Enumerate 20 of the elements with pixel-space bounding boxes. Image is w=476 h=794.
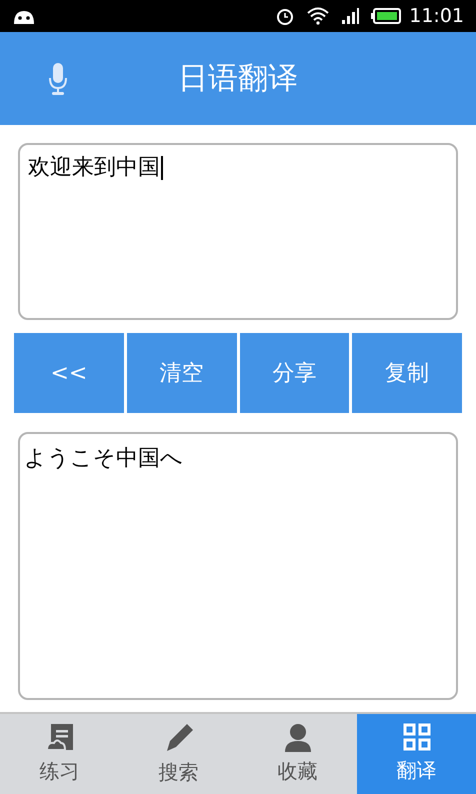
- battery-icon: [371, 8, 402, 24]
- output-field: ようこそ中国へ: [18, 432, 458, 700]
- action-button[interactable]: <<: [14, 333, 124, 413]
- app-title: 日语翻译: [178, 60, 298, 98]
- grid-icon: [402, 723, 430, 751]
- action-button[interactable]: 清空: [126, 333, 236, 413]
- alarm-icon: [275, 6, 296, 26]
- android-icon: [12, 8, 36, 24]
- action-button[interactable]: 分享: [240, 333, 350, 413]
- person-icon: [282, 722, 312, 752]
- wifi-icon: [307, 7, 330, 25]
- tab[interactable]: 练习: [0, 714, 119, 794]
- clock-time: 11:01: [409, 4, 464, 29]
- action-button[interactable]: 复制: [352, 333, 462, 413]
- signal-icon: [341, 8, 360, 24]
- input-field[interactable]: 欢迎来到中国: [18, 143, 458, 320]
- microphone-icon[interactable]: [48, 62, 68, 96]
- tab[interactable]: 搜索: [119, 714, 238, 794]
- tab[interactable]: 翻译: [357, 714, 476, 794]
- tab[interactable]: 收藏: [238, 714, 357, 794]
